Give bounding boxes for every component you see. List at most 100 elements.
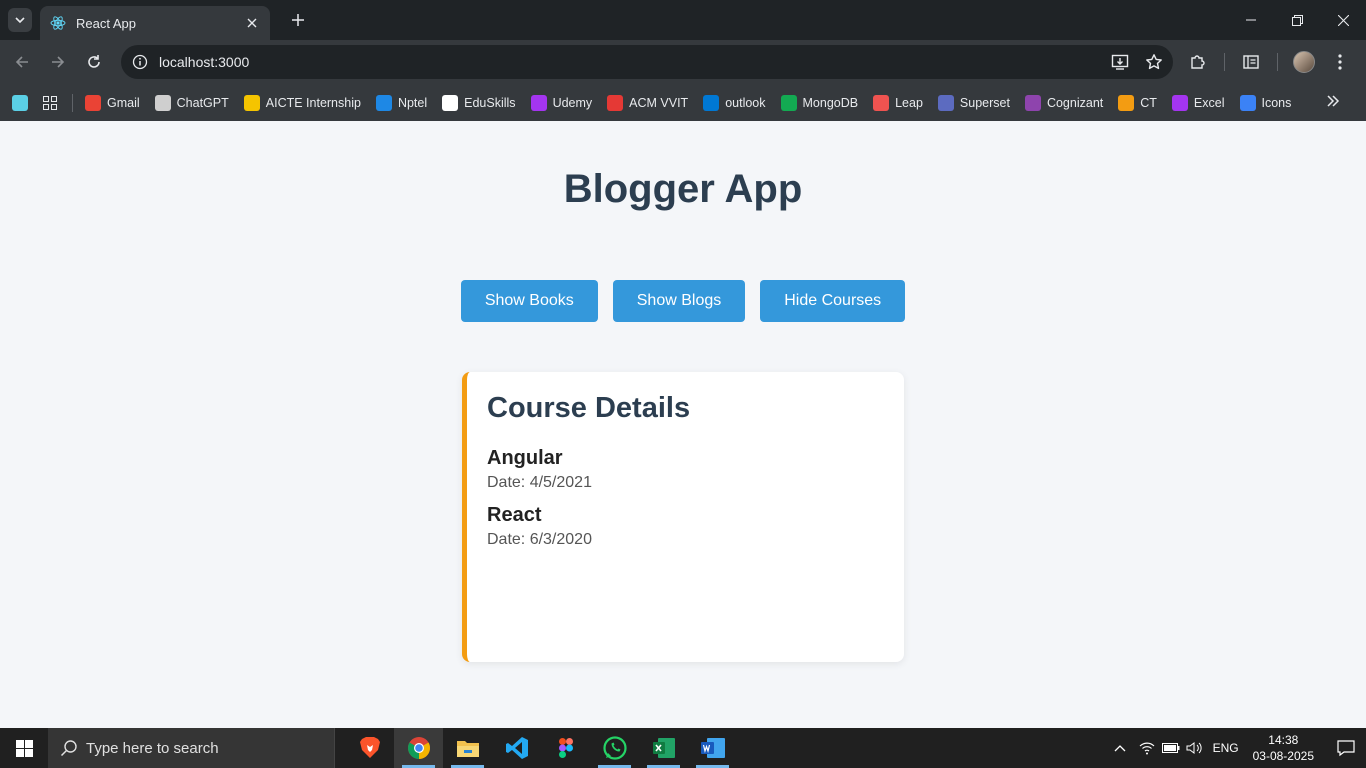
apps-button[interactable]	[42, 95, 58, 111]
battery-icon[interactable]	[1159, 743, 1183, 753]
bookmark-label: Cognizant	[1046, 95, 1104, 110]
close-icon	[1337, 14, 1349, 26]
vscode-icon	[505, 737, 528, 759]
minimize-button[interactable]	[1228, 0, 1274, 40]
taskbar-whatsapp[interactable]	[590, 728, 639, 768]
avatar	[1293, 51, 1315, 73]
bookmarks-divider	[72, 93, 73, 112]
chatgpt-icon	[154, 94, 171, 111]
bookmark-item[interactable]: Cognizant	[1024, 94, 1104, 111]
apps-grid-icon	[43, 95, 57, 110]
bookmark-item[interactable]: MongoDB	[780, 94, 858, 111]
notifications-button[interactable]	[1326, 739, 1366, 757]
close-icon[interactable]	[244, 15, 260, 31]
course-name: Angular	[487, 447, 563, 469]
profile-button[interactable]	[1286, 44, 1322, 80]
start-button[interactable]	[0, 728, 48, 768]
taskbar-chrome[interactable]	[394, 728, 443, 768]
toolbar-actions	[1180, 44, 1358, 80]
word-icon	[700, 738, 725, 758]
acm-icon	[607, 94, 624, 111]
install-app-icon[interactable]	[1111, 53, 1129, 71]
bookmark-label: Superset	[959, 95, 1010, 110]
language-indicator[interactable]: ENG	[1207, 741, 1245, 755]
show-hidden-icons-button[interactable]	[1105, 744, 1135, 752]
windows-icon	[15, 739, 33, 757]
plus-icon	[292, 14, 304, 26]
search-icon	[60, 739, 78, 757]
reload-button[interactable]	[76, 44, 112, 80]
gmail-icon	[85, 94, 101, 111]
taskbar-vscode[interactable]	[492, 728, 541, 768]
wifi-icon[interactable]	[1135, 741, 1159, 755]
course-item: React Date: 6/3/2020	[487, 504, 884, 549]
tab-search-button[interactable]	[8, 8, 32, 32]
excel-icon	[1171, 94, 1188, 111]
url-text[interactable]: localhost:3000	[159, 54, 249, 70]
site-info-icon[interactable]	[123, 45, 157, 79]
bookmark-item[interactable]: outlook	[703, 94, 766, 111]
toolbar-divider	[1224, 53, 1225, 71]
bookmark-item[interactable]: AICTE Internship	[243, 94, 361, 111]
bookmark-item[interactable]: ACM VVIT	[607, 94, 688, 111]
bookmark-label: Leap	[895, 95, 923, 110]
bookmark-item[interactable]: Udemy	[530, 94, 593, 111]
tab-groups-icon	[12, 94, 28, 111]
back-button[interactable]	[4, 44, 40, 80]
bookmark-label: ChatGPT	[176, 95, 229, 110]
system-tray: ENG 14:38 03-08-2025	[1105, 728, 1366, 768]
bookmark-label: CT	[1140, 95, 1157, 110]
address-bar[interactable]: localhost:3000	[121, 45, 1173, 79]
taskbar-brave[interactable]	[345, 728, 394, 768]
tab-react-app[interactable]: React App	[40, 6, 270, 40]
clock-date: 03-08-2025	[1252, 749, 1314, 763]
bookmark-item[interactable]: Leap	[873, 94, 923, 111]
volume-icon[interactable]	[1183, 741, 1207, 755]
clock[interactable]: 14:38 03-08-2025	[1253, 732, 1314, 764]
cognizant-icon	[1024, 94, 1041, 111]
more-bookmarks-button[interactable]	[1326, 94, 1340, 113]
show-blogs-button[interactable]: Show Blogs	[612, 280, 746, 322]
tab-title: React App	[76, 15, 136, 31]
show-books-button[interactable]: Show Books	[460, 280, 598, 322]
forward-button[interactable]	[40, 44, 76, 80]
folder-icon	[456, 741, 479, 757]
bookmark-item[interactable]: Nptel	[375, 94, 428, 111]
close-window-button[interactable]	[1320, 0, 1366, 40]
bookmark-item[interactable]: CT	[1118, 94, 1157, 111]
bookmark-tab-groups[interactable]	[12, 94, 28, 111]
bookmark-item[interactable]: EduSkills	[442, 94, 516, 111]
bookmark-item[interactable]: Gmail	[85, 94, 140, 111]
taskbar-excel[interactable]	[639, 728, 688, 768]
reading-list-button[interactable]	[1233, 44, 1269, 80]
course-date: Date: 6/3/2020	[487, 531, 592, 548]
reload-icon	[88, 55, 100, 68]
course-date: Date: 4/5/2021	[487, 474, 592, 491]
bookmark-item[interactable]: Superset	[937, 94, 1010, 111]
restore-button[interactable]	[1274, 0, 1320, 40]
window-controls	[1228, 0, 1366, 40]
menu-button[interactable]	[1322, 44, 1358, 80]
excel-icon	[652, 738, 675, 758]
bookmark-item[interactable]: ChatGPT	[154, 94, 229, 111]
taskbar-search[interactable]: Type here to search	[48, 728, 335, 768]
browser-toolbar: localhost:3000	[0, 40, 1366, 84]
bookmark-item[interactable]: Icons	[1239, 94, 1291, 111]
taskbar-word[interactable]	[688, 728, 737, 768]
star-icon[interactable]	[1145, 53, 1163, 71]
extensions-button[interactable]	[1180, 44, 1216, 80]
new-tab-button[interactable]	[284, 6, 312, 34]
react-icon	[50, 15, 66, 31]
bookmark-label: Nptel	[397, 95, 428, 110]
hide-courses-button[interactable]: Hide Courses	[760, 280, 906, 322]
browser-tab-strip: React App	[0, 0, 1366, 40]
taskbar-figma[interactable]	[541, 728, 590, 768]
bookmark-label: Udemy	[552, 95, 593, 110]
arrow-right-icon	[52, 56, 65, 68]
notification-icon	[1337, 740, 1355, 757]
bookmark-label: EduSkills	[464, 95, 516, 110]
taskbar-apps	[345, 728, 737, 768]
bookmark-item[interactable]: Excel	[1171, 94, 1225, 111]
taskbar-file-explorer[interactable]	[443, 728, 492, 768]
bookmark-label: Excel	[1193, 95, 1225, 110]
